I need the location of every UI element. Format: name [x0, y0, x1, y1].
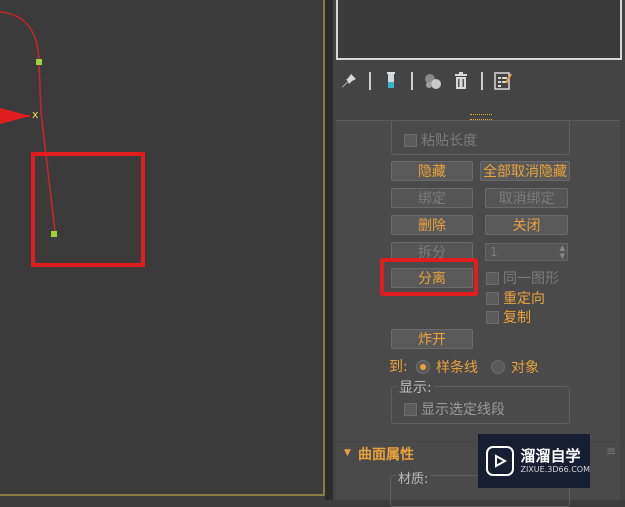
- toolbar-separator: [411, 72, 413, 90]
- checkbox-box: [486, 291, 499, 305]
- pin-icon[interactable]: [338, 70, 360, 92]
- show-end-result-icon[interactable]: [380, 70, 402, 92]
- checkbox-label: 粘贴长度: [421, 133, 477, 149]
- same-shape-checkbox[interactable]: 同一图形: [486, 268, 559, 288]
- make-unique-icon[interactable]: [422, 70, 444, 92]
- to-label: 到:: [389, 359, 408, 375]
- watermark-text: 溜溜自学 ZIXUE.3D66.COM: [520, 447, 590, 475]
- radio-dot: [416, 360, 430, 374]
- explode-button[interactable]: 炸开: [391, 329, 473, 349]
- watermark-title: 溜溜自学: [520, 447, 581, 465]
- spinner-arrows-icon[interactable]: ▲ ▼: [560, 244, 565, 260]
- checkbox-label: 重定向: [503, 291, 545, 307]
- checkbox-box: [486, 271, 499, 285]
- reorient-checkbox[interactable]: 重定向: [486, 288, 545, 308]
- paste-length-checkbox[interactable]: 粘贴长度: [404, 130, 477, 150]
- rollout-menu-icon[interactable]: ≡: [606, 444, 616, 458]
- vertex-highlight-box: [31, 152, 145, 267]
- radio-label: 样条线: [436, 360, 478, 376]
- unhide-all-button[interactable]: 全部取消隐藏: [480, 161, 570, 181]
- watermark-subtitle: ZIXUE.3D66.COM: [520, 465, 590, 474]
- delete-button[interactable]: 删除: [391, 215, 473, 235]
- toolbar-separator: [481, 72, 483, 90]
- modifier-stack-toolbar: [336, 66, 536, 96]
- rollout-collapse-icon[interactable]: ▼: [344, 448, 351, 458]
- radio-object[interactable]: 对象: [491, 357, 539, 377]
- radio-label: 对象: [511, 360, 539, 376]
- toolbar-separator: [369, 72, 371, 90]
- surface-title: 曲面属性: [358, 447, 414, 463]
- material-label: 材质:: [396, 468, 431, 487]
- checkbox-box: [404, 133, 417, 147]
- configure-modifier-sets-icon[interactable]: [492, 70, 514, 92]
- remove-modifier-icon[interactable]: [450, 70, 472, 92]
- bind-button[interactable]: 绑定: [391, 188, 473, 208]
- watermark: 溜溜自学 ZIXUE.3D66.COM: [478, 434, 590, 488]
- show-selected-segments-checkbox[interactable]: 显示选定线段: [404, 399, 505, 419]
- unbind-button[interactable]: 取消绑定: [485, 188, 568, 208]
- checkbox-box: [486, 310, 499, 324]
- checkbox-box: [404, 402, 417, 416]
- vertex-handle-top: [36, 59, 42, 65]
- checkbox-label: 同一图形: [503, 271, 559, 287]
- spinner-value: 1: [490, 245, 498, 259]
- radio-dot: [491, 360, 505, 374]
- divide-count-spinner[interactable]: 1 ▲ ▼: [485, 243, 568, 261]
- panel-divider[interactable]: [325, 0, 333, 500]
- play-logo-icon: [486, 446, 515, 476]
- pivot-marker: x: [32, 108, 39, 121]
- copy-checkbox[interactable]: 复制: [486, 307, 531, 327]
- modifier-stack-list[interactable]: [336, 0, 622, 60]
- hide-button[interactable]: 隐藏: [391, 161, 473, 181]
- radio-spline[interactable]: 样条线: [416, 357, 478, 377]
- detach-highlight-box: [380, 258, 478, 296]
- checkbox-label: 显示选定线段: [421, 402, 505, 418]
- close-button[interactable]: 关闭: [485, 215, 568, 235]
- viewport[interactable]: x: [0, 0, 325, 496]
- display-label: 显示:: [397, 377, 434, 397]
- checkbox-label: 复制: [503, 310, 531, 326]
